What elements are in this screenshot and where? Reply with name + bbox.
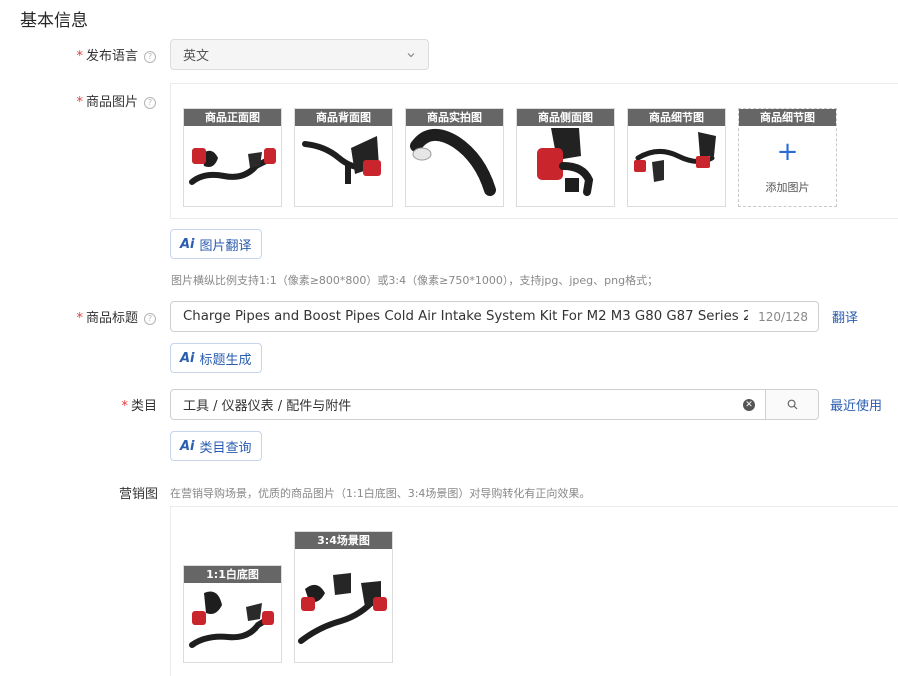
ai-icon: Ai — [180, 438, 195, 454]
required-mark: * — [76, 95, 83, 110]
clear-icon[interactable]: ✕ — [743, 398, 755, 411]
translate-link[interactable]: 翻译 — [832, 307, 858, 326]
required-mark: * — [121, 399, 128, 414]
category-query-button[interactable]: Ai 类目查询 — [170, 431, 262, 461]
image-thumb-side[interactable]: 商品侧面图 — [516, 108, 615, 207]
plus-icon: + — [776, 137, 799, 167]
category-query-label: 类目查询 — [199, 440, 252, 456]
title-generate-button[interactable]: Ai 标题生成 — [170, 343, 262, 373]
category-search-button[interactable] — [765, 390, 818, 419]
product-title-label-text: 商品标题 — [85, 311, 138, 326]
char-counter: 120/128 — [758, 309, 808, 324]
image-translate-button[interactable]: Ai 图片翻译 — [170, 229, 262, 259]
marketing-label: 营销图 — [118, 487, 158, 502]
thumb-caption: 商品细节图 — [628, 109, 725, 126]
product-photo — [189, 148, 276, 185]
chevron-down-icon — [407, 52, 415, 57]
title-generate-label: 标题生成 — [199, 352, 252, 368]
thumb-caption: 商品实拍图 — [406, 109, 503, 126]
product-photo — [410, 129, 496, 196]
thumb-caption: 商品正面图 — [184, 109, 281, 126]
recent-used-link[interactable]: 最近使用 — [830, 395, 882, 414]
category-label: * 类目 — [121, 395, 157, 414]
product-images-label: * 商品图片? — [76, 91, 156, 110]
search-icon — [787, 399, 797, 410]
language-label-text: 发布语言 — [85, 49, 138, 64]
required-mark: * — [76, 311, 83, 326]
language-select[interactable]: 英文 — [170, 39, 429, 70]
ai-icon: Ai — [180, 350, 195, 366]
thumb-caption: 商品背面图 — [295, 109, 392, 126]
ai-icon: Ai — [180, 236, 195, 252]
thumb-caption: 商品侧面图 — [517, 109, 614, 126]
image-thumb-detail[interactable]: 商品细节图 — [627, 108, 726, 207]
marketing-hint: 在营销导购场景，优质的商品图片（1:1白底图、3:4场景图）对导购转化有正向效果… — [170, 487, 591, 500]
thumb-caption: 商品细节图 — [739, 109, 836, 126]
image-thumb-front[interactable]: 商品正面图 — [183, 108, 282, 207]
add-image-text: 添加图片 — [765, 181, 810, 194]
required-mark: * — [76, 49, 83, 64]
product-photo — [302, 136, 381, 184]
image-format-hint: 图片横纵比例支持1:1（像素≥800*800）或3:4（像素≥750*1000）… — [171, 274, 659, 287]
image-translate-label: 图片翻译 — [199, 238, 252, 254]
section-title: 基本信息 — [20, 11, 88, 31]
product-photo — [537, 128, 594, 196]
language-label: * 发布语言? — [76, 45, 156, 64]
category-input[interactable]: 工具 / 仪器仪表 / 配件与附件 ✕ — [170, 389, 819, 420]
image-thumb-back[interactable]: 商品背面图 — [294, 108, 393, 207]
product-photo — [634, 132, 716, 182]
help-icon[interactable]: ? — [144, 97, 156, 109]
thumb-caption: 1:1白底图 — [184, 566, 281, 583]
marketing-image-scene[interactable]: 3:4场景图 — [294, 531, 393, 663]
product-title-label: * 商品标题? — [76, 307, 156, 326]
product-photo — [298, 573, 387, 644]
help-icon[interactable]: ? — [144, 313, 156, 325]
product-photo — [189, 591, 274, 648]
product-title-input[interactable]: Charge Pipes and Boost Pipes Cold Air In… — [170, 301, 819, 332]
add-image-slot[interactable]: 商品细节图 + 添加图片 — [738, 108, 837, 207]
help-icon[interactable]: ? — [144, 51, 156, 63]
language-value: 英文 — [183, 49, 210, 64]
marketing-image-square[interactable]: 1:1白底图 — [183, 565, 282, 663]
category-label-text: 类目 — [130, 399, 157, 414]
image-thumb-photo[interactable]: 商品实拍图 — [405, 108, 504, 207]
thumb-caption: 3:4场景图 — [295, 532, 392, 549]
category-value: 工具 / 仪器仪表 / 配件与附件 — [183, 399, 352, 414]
product-title-value: Charge Pipes and Boost Pipes Cold Air In… — [183, 309, 749, 324]
product-images-label-text: 商品图片 — [85, 95, 138, 110]
